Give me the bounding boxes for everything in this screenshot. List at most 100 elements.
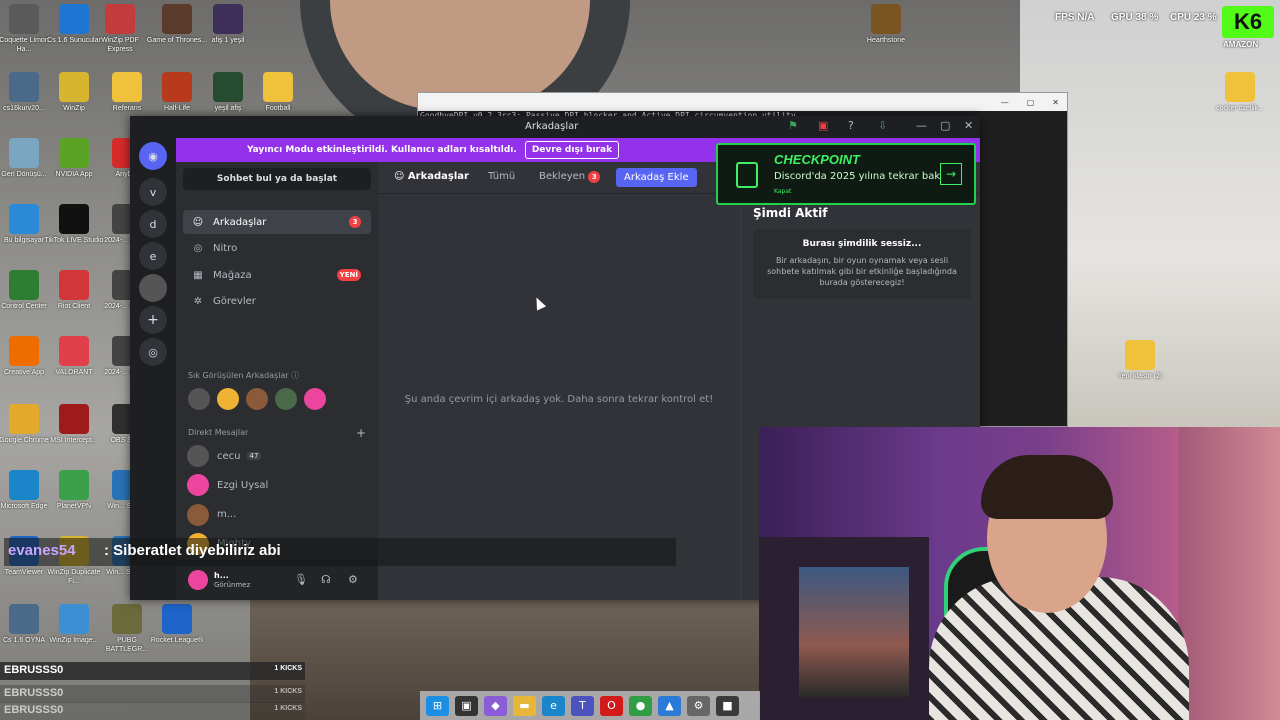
banner-text: Yayıncı Modu etkinleştirildi. Kullanıcı … — [246, 145, 517, 155]
desktop-icon[interactable]: Rocket League® — [145, 604, 209, 645]
arrow-right-icon[interactable]: → — [940, 163, 962, 185]
edge-icon[interactable]: e — [542, 695, 565, 716]
app-icon — [162, 72, 192, 102]
chrome-icon[interactable]: ● — [629, 695, 652, 716]
desktop-icon[interactable]: Yeni klasör (2) — [1108, 340, 1172, 381]
discord-titlebar[interactable]: Arkadaşlar ⚑ ▣ ? ⇩ — ▢ ✕ — [130, 116, 980, 138]
pending-count-badge: 3 — [588, 171, 601, 183]
app-icon — [9, 404, 39, 434]
app-icon — [59, 204, 89, 234]
favorite-friend[interactable] — [217, 388, 239, 410]
server-avatar[interactable] — [139, 274, 167, 302]
taskbar: ⊞ ▣ ◆ ▬ e T O ● ▲ ⚙ ■ — [420, 691, 760, 720]
dm-name: m... — [217, 509, 237, 521]
promo-subtitle: Discord'da 2025 yılına tekrar bak — [774, 171, 941, 182]
desktop-icon-label: Yeni klasör (2) — [1117, 373, 1163, 380]
quests-icon: ✲ — [193, 296, 203, 307]
add-server-icon[interactable]: + — [139, 306, 167, 334]
desktop-icon[interactable]: Hearthstone — [854, 4, 918, 45]
desktop-icon[interactable]: cocker özellik... — [1208, 72, 1272, 113]
dm-sidebar: Sohbet bul ya da başlat ☺ Arkadaşlar 3 ◎ Nit… — [176, 162, 378, 600]
favorite-friend[interactable] — [188, 388, 210, 410]
close-icon[interactable]: ✕ — [1052, 98, 1059, 107]
desktop-icon[interactable]: Football — [246, 72, 310, 113]
checkpoint-icon — [736, 162, 758, 188]
empty-state-text: Şu anda çevrim içi arkadaş yok. Daha son… — [404, 394, 714, 405]
maximize-icon[interactable]: ▢ — [1027, 98, 1035, 107]
search-input[interactable]: Sohbet bul ya da başlat — [183, 168, 371, 190]
app-icon — [112, 72, 142, 102]
dm-item[interactable]: Ezgi Uysal — [183, 472, 371, 498]
screen-icon[interactable]: ▣ — [818, 119, 828, 132]
favorite-friend[interactable] — [275, 388, 297, 410]
server-v[interactable]: v — [139, 178, 167, 206]
taskview-icon[interactable]: ▣ — [455, 695, 478, 716]
avatar[interactable] — [188, 570, 208, 590]
desktop-icon-label: afiş 1 yeşil — [211, 37, 245, 44]
sidebar-item-label: Arkadaşlar — [213, 216, 267, 228]
flag-icon[interactable]: ⚑ — [788, 119, 798, 132]
app-icon — [1225, 72, 1255, 102]
minimize-icon[interactable]: — — [1001, 98, 1009, 107]
sidebar-item-friends[interactable]: ☺ Arkadaşlar 3 — [183, 210, 371, 234]
favorites-title: Sık Görüşülen Arkadaşlar ⓘ — [188, 371, 300, 380]
hud-gpu: GPU 38 % — [1111, 12, 1159, 23]
minimize-icon[interactable]: — — [916, 119, 927, 132]
app-icon — [59, 72, 89, 102]
favorite-friend[interactable] — [304, 388, 326, 410]
favorite-friend[interactable] — [246, 388, 268, 410]
add-friend-button[interactable]: Arkadaş Ekle — [616, 168, 697, 187]
info-icon[interactable]: ⓘ — [291, 371, 299, 380]
photos-icon[interactable]: ▲ — [658, 695, 681, 716]
chat-message: : Siberatlet diyebiliriz abi — [104, 542, 281, 559]
app-icon — [9, 470, 39, 500]
discord-home-icon[interactable]: ◉ — [139, 142, 167, 170]
sidebar-item-quests[interactable]: ✲ Görevler — [183, 290, 371, 314]
server-e[interactable]: e — [139, 242, 167, 270]
desktop-icon[interactable]: afiş 1 yeşil — [196, 4, 260, 45]
microphone-icon[interactable]: 🎙 — [294, 573, 308, 586]
disable-streamer-mode-button[interactable]: Devre dışı bırak — [524, 141, 620, 159]
sidebar-item-shop[interactable]: ▦ Mağaza YENİ — [183, 263, 371, 287]
server-d[interactable]: d — [139, 210, 167, 238]
hud-fps: FPS N/A — [1055, 12, 1095, 23]
create-dm-button[interactable]: + — [356, 426, 366, 440]
webcam-curtain — [1179, 427, 1280, 720]
settings-icon[interactable]: ⚙ — [687, 695, 710, 716]
checkpoint-promo[interactable]: CHECKPOINT Discord'da 2025 yılına tekrar… — [716, 143, 976, 205]
teams-icon[interactable]: T — [571, 695, 594, 716]
windows-icon[interactable]: ⊞ — [426, 695, 449, 716]
promo-dismiss[interactable]: Kapat — [774, 188, 791, 195]
app-icon — [162, 4, 192, 34]
discover-icon[interactable]: ◎ — [139, 338, 167, 366]
maximize-icon[interactable]: ▢ — [940, 119, 950, 132]
copilot-icon[interactable]: ◆ — [484, 695, 507, 716]
app-icon — [59, 336, 89, 366]
kick-name: AMAZON — [1223, 40, 1259, 49]
help-icon[interactable]: ? — [848, 119, 854, 132]
sidebar-item-nitro[interactable]: ◎ Nitro — [183, 237, 371, 261]
explorer-icon[interactable]: ▬ — [513, 695, 536, 716]
tab-all[interactable]: Tümü — [488, 171, 515, 182]
desktop-icon-label: cocker özellik... — [1216, 105, 1264, 112]
dm-item[interactable]: cecu 47 — [183, 443, 371, 469]
download-icon[interactable]: ⇩ — [878, 119, 887, 132]
kick-user: EBRUSSS0 — [4, 664, 64, 676]
friends-icon: ☺ — [394, 171, 405, 182]
headphones-icon[interactable]: ☊ — [321, 573, 331, 586]
gear-icon[interactable]: ⚙ — [348, 573, 358, 586]
desktop-icon-label: Rocket League® — [150, 637, 204, 644]
close-icon[interactable]: ✕ — [964, 119, 973, 132]
stream-chat-overlay: evanes54 : Siberatlet diyebiliriz abi — [4, 538, 676, 566]
app-icon — [9, 604, 39, 634]
tab-pending[interactable]: Bekleyen 3 — [539, 171, 601, 183]
app-icon — [9, 336, 39, 366]
goodbyedpi-titlebar[interactable]: — ▢ ✕ — [418, 93, 1067, 111]
opera-icon[interactable]: O — [600, 695, 623, 716]
avatar — [187, 474, 209, 497]
app-icon[interactable]: ■ — [716, 695, 739, 716]
dm-item[interactable]: m... — [183, 502, 371, 528]
app-icon — [59, 270, 89, 300]
desktop-icon[interactable]: WinZip PDF Express — [88, 4, 152, 54]
app-icon — [213, 72, 243, 102]
